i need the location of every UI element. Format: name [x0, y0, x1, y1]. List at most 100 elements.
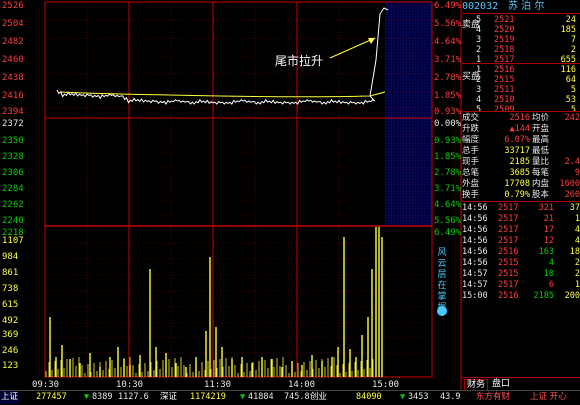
stat-value: 2.4: [564, 157, 580, 167]
panel-tabs: 财务 盘口: [462, 377, 580, 391]
stat-key: 外盘: [462, 179, 480, 189]
stat-value: 1600: [559, 179, 580, 189]
pct-tick: 1.85%: [434, 91, 462, 101]
tick-row: 14:56 2517 21 1: [462, 214, 580, 225]
tick-row: 14:56 2517 321 37: [462, 203, 580, 214]
stock-code: 002032: [462, 1, 499, 12]
tick-price: 2516: [498, 247, 519, 257]
cy-pct: 43.9: [440, 392, 461, 402]
pct-tick: 0.93%: [434, 107, 462, 117]
price-tick-prev-close: 2372: [2, 119, 24, 129]
tick-time: 14:56: [462, 247, 488, 257]
tick-time: 14:56: [462, 203, 488, 213]
price-tick: 2394: [2, 107, 24, 117]
stat-row: 换手 0.79% 股本 260: [462, 190, 580, 201]
stat-key: 每笔: [532, 168, 550, 178]
tick-time: 14:56: [462, 225, 488, 235]
tick-price: 2517: [498, 225, 519, 235]
status-extra: 上证 开心: [530, 392, 567, 402]
price-tick: 2460: [2, 55, 24, 65]
stat-value: 33717: [504, 146, 530, 156]
status-bar: 上证 277457 ▼ 8389 1127.6 深证 1174219 ▼ 418…: [0, 390, 580, 405]
sh-index: 1127.6: [118, 392, 149, 402]
tick-count: 1: [574, 214, 580, 224]
stat-value: 2516: [509, 113, 530, 123]
tick-volume: 6: [548, 280, 554, 290]
tick-volume: 10: [543, 269, 554, 279]
pct-tick: 2.78%: [434, 168, 462, 178]
sz-index-label[interactable]: 深证: [160, 391, 177, 404]
quote-panel: 002032 苏 泊 尔 卖盘 5 2521 24 4 2520 185 3 2519 7 2 25…: [462, 0, 580, 391]
pct-tick: 0.00%: [434, 119, 462, 129]
stat-row: 总笔 3685 每笔 9: [462, 168, 580, 179]
tick-count: 2: [574, 269, 580, 279]
time-tick: 14:00: [288, 380, 316, 390]
price-tick: 2306: [2, 168, 24, 178]
stat-value: 6.07%: [504, 135, 530, 145]
tick-row: 15:00 2516 2185 200: [462, 291, 580, 302]
chart-frame: [44, 1, 433, 378]
stat-key: 股本: [532, 190, 550, 200]
vol-tick: 123: [2, 361, 19, 371]
tick-price: 2517: [498, 203, 519, 213]
stat-row: 现手 2185 量比 2.4: [462, 157, 580, 168]
pct-tick: 4.64%: [434, 37, 462, 47]
tick-volume: 21: [543, 214, 554, 224]
tick-volume: 163: [538, 247, 554, 257]
tick-time: 14:57: [462, 269, 488, 279]
pct-tick: 6.49%: [434, 1, 462, 11]
tick-volume: 4: [548, 258, 554, 268]
tick-volume: 12: [543, 236, 554, 246]
stat-key: 换手: [462, 190, 480, 200]
time-tick: 15:00: [372, 380, 400, 390]
pct-tick: 3.71%: [434, 55, 462, 65]
stat-row: 成交 2516 均价 242: [462, 113, 580, 124]
sz-index: 745.8: [284, 392, 310, 402]
tick-price: 2515: [498, 258, 519, 268]
stat-key: 开盘: [532, 124, 550, 134]
price-tick: 2482: [2, 37, 24, 47]
pct-tick: 0.93%: [434, 136, 462, 146]
sh-change-icon: ▼: [84, 392, 90, 402]
tick-time: 15:00: [462, 291, 488, 301]
sh-volume: 277457: [36, 392, 67, 402]
price-tick: 2284: [2, 184, 24, 194]
annotation-arrow: [329, 37, 376, 59]
vol-tick: 1107: [2, 236, 24, 246]
stat-key: 内盘: [532, 179, 550, 189]
stat-key: 成交: [462, 113, 480, 123]
pct-tick: 3.71%: [434, 184, 462, 194]
stat-key: 最低: [532, 146, 550, 156]
tick-time: 14:56: [462, 258, 488, 268]
tick-row: 14:56 2517 12 4: [462, 236, 580, 247]
divider: [462, 13, 580, 14]
stat-key: 现手: [462, 157, 480, 167]
cy-index-label[interactable]: 创业: [310, 391, 327, 404]
tick-time: 14:57: [462, 280, 488, 290]
tick-row: 14:56 2515 4 2: [462, 258, 580, 269]
stat-row: 升跌 ▲144 开盘: [462, 124, 580, 135]
broker-label[interactable]: 东方有财: [476, 391, 510, 404]
tick-time: 14:56: [462, 236, 488, 246]
stat-value: 242: [564, 113, 580, 123]
sh-index-label[interactable]: 上证: [0, 391, 20, 404]
side-toggle-icon[interactable]: [437, 306, 447, 316]
price-tick: 2240: [2, 216, 24, 226]
stat-value: 2185: [509, 157, 530, 167]
time-tick: 09:30: [32, 380, 60, 390]
time-tick: 11:30: [204, 380, 232, 390]
stat-value: 9: [574, 168, 580, 178]
side-tab-fengyun[interactable]: 风 云 层 在 掌 握: [435, 248, 449, 314]
vol-tick: 738: [2, 284, 19, 294]
vol-tick: 861: [2, 268, 19, 278]
tick-volume: 2185: [533, 291, 554, 301]
divider: [462, 201, 580, 202]
stat-row: 外盘 17708 内盘 1600: [462, 179, 580, 190]
stat-value: 0.79%: [504, 190, 530, 200]
sz-change-icon: ▼: [240, 392, 246, 402]
stat-key: 均价: [532, 113, 550, 123]
price-tick: 2350: [2, 136, 24, 146]
price-tick: 2438: [2, 73, 24, 83]
tab-orderbook[interactable]: 盘口: [492, 379, 510, 389]
stat-row: 总手 33717 最低: [462, 146, 580, 157]
